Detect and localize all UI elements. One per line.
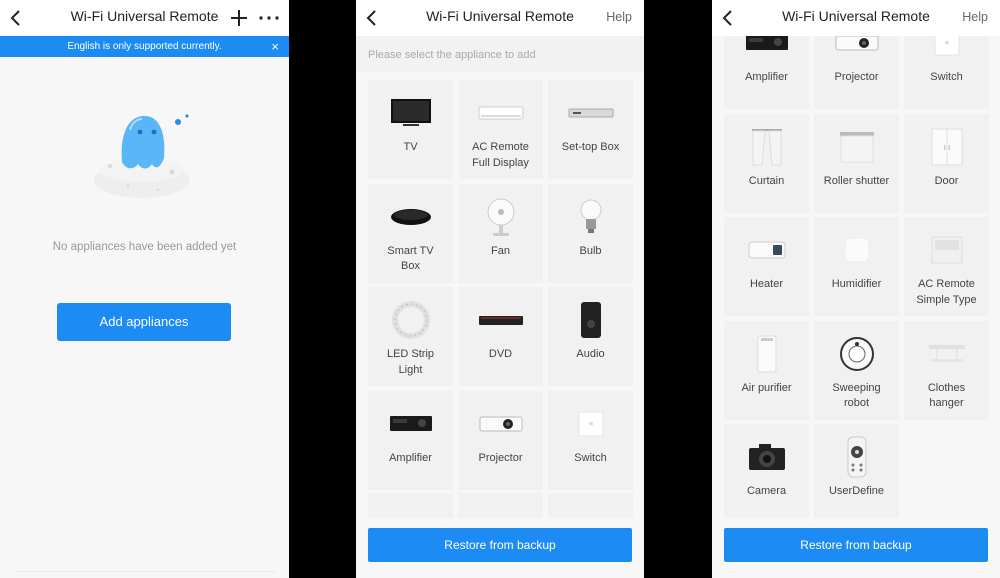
led-strip-icon [368,301,453,339]
select-appliance-screen-scrolled: Amplifier Projector Switch Curtain Roller sh… [712,0,1000,578]
home-screen: Wi-Fi Universal Remote English is only s… [0,0,289,578]
appliance-label: Bulb [579,244,602,257]
appliance-label: Door [934,174,959,187]
switch-icon [548,405,633,443]
appliance-tile-roller-shutter[interactable]: Roller shutter [814,113,899,213]
appliance-tile-sweeping-robot[interactable]: Sweeping robot [814,320,899,420]
appliance-label: Switch [930,71,963,83]
appliance-tile-ac[interactable]: AC Remote Full Display [458,80,543,179]
empty-state-text: No appliances have been added yet [52,241,237,253]
appliance-tile-air-purifier[interactable]: Air purifier [724,320,809,420]
heater-icon [724,231,809,269]
curtain-icon [724,128,809,166]
user-define-icon [814,436,899,478]
restore-from-backup-button[interactable]: Restore from backup [368,528,632,562]
humidifier-icon [814,231,899,269]
settop-box-icon [548,94,633,132]
clothes-hanger-icon [904,335,989,373]
help-link[interactable]: Help [606,10,632,24]
restore-from-backup-button[interactable]: Restore from backup [724,528,988,562]
appliance-label: Switch [574,451,607,464]
instruction-text: Please select the appliance to add [356,36,644,72]
appliance-tile-dvd[interactable]: DVD [458,287,543,386]
page-title: Wi-Fi Universal Remote [426,8,574,24]
stage: Wi-Fi Universal Remote English is only s… [0,0,1000,578]
appliance-label: Air purifier [741,381,792,394]
appliance-label: TV [403,141,418,153]
page-title: Wi-Fi Universal Remote [782,8,930,24]
empty-illustration [80,100,210,205]
appliance-label: Set-top Box [561,141,620,153]
door-icon [904,128,989,166]
appliance-label: Fan [491,244,510,257]
appliance-tile-heater[interactable]: Heater [724,217,809,316]
appliance-tile-user-define[interactable]: UserDefine [814,424,899,523]
fan-icon [458,198,543,236]
appliance-label: Projector [834,71,879,83]
appliance-tile-tv[interactable]: TV [368,80,453,179]
appliance-label: Projector [478,451,523,464]
banner-close-icon[interactable]: × [271,36,279,57]
appliance-tile-smart-tv-box[interactable]: Smart TV Box [368,183,453,283]
appliance-tile-amplifier[interactable]: Amplifier [368,390,453,490]
top-bar: Wi-Fi Universal Remote Help [712,0,1000,36]
appliance-tile-switch[interactable]: Switch [548,390,633,490]
appliance-tile-fan[interactable]: Fan [458,183,543,283]
camera-icon [724,438,809,476]
appliance-label: Sweeping robot [832,381,881,410]
top-bar: Wi-Fi Universal Remote Help [356,0,644,36]
dvd-icon [458,301,543,339]
appliance-tile-camera[interactable]: Camera [724,424,809,523]
appliance-tile-clothes-hanger[interactable]: Clothes hanger [904,320,989,420]
help-link[interactable]: Help [962,10,988,24]
ac-icon [458,94,543,132]
appliance-tile-audio[interactable]: Audio [548,287,633,386]
amplifier-icon [368,405,453,443]
appliance-label: AC Remote Simple Type [916,278,977,306]
appliance-label: Amplifier [389,451,432,464]
projector-icon [458,405,543,443]
appliance-label: Audio [576,348,605,360]
appliance-label: UserDefine [828,485,885,497]
appliance-tile-ac-simple[interactable]: AC Remote Simple Type [904,217,989,316]
appliance-label: Curtain [748,174,785,187]
top-bar: Wi-Fi Universal Remote [0,0,289,36]
divider [14,571,275,572]
appliance-tile-projector[interactable]: Projector [458,390,543,490]
language-banner: English is only supported currently. × [0,36,289,57]
roller-shutter-icon [814,128,899,166]
ac-simple-icon [904,231,989,269]
audio-icon [548,301,633,339]
appliance-tile-curtain[interactable]: Curtain [724,113,809,213]
more-options-icon[interactable] [257,8,281,28]
add-appliances-button[interactable]: Add appliances [57,303,231,341]
appliance-label: Smart TV Box [387,244,434,273]
appliance-tile-led-strip[interactable]: LED Strip Light [368,287,453,386]
appliance-label: Roller shutter [823,174,890,187]
banner-text: English is only supported currently. [67,41,222,52]
appliance-label: DVD [488,348,513,360]
appliance-tile-settop-box[interactable]: Set-top Box [548,80,633,179]
appliance-label: Humidifier [831,278,882,290]
appliance-label: Clothes hanger [927,381,966,410]
smart-tv-box-icon [368,198,453,236]
appliance-label: AC Remote Full Display [472,141,529,169]
add-plus-icon[interactable] [229,8,249,28]
appliance-label: Amplifier [745,71,788,83]
appliance-tile-bulb[interactable]: Bulb [548,183,633,283]
appliance-label: Camera [746,485,787,497]
tv-icon [368,94,453,132]
select-appliance-screen: Wi-Fi Universal Remote Help Please selec… [356,0,644,578]
appliance-tile-humidifier[interactable]: Humidifier [814,217,899,316]
sweeping-robot-icon [814,335,899,373]
appliance-tile-door[interactable]: Door [904,113,989,213]
air-purifier-icon [724,335,809,373]
bulb-icon [548,198,633,236]
appliance-label: LED Strip Light [386,348,435,376]
appliance-label: Heater [749,278,784,290]
